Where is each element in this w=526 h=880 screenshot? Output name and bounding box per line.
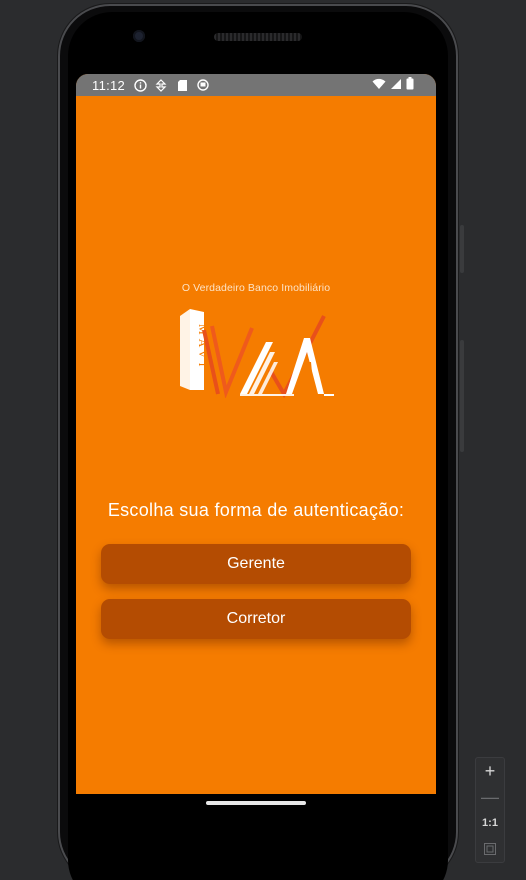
fit-screen-icon: [484, 839, 496, 860]
wifi-icon: [372, 78, 386, 93]
sd-card-icon: [175, 78, 189, 92]
power-button[interactable]: [460, 225, 464, 273]
emulator-zoom-toolbar: + — 1:1: [475, 757, 505, 863]
status-right-icons: [372, 77, 414, 93]
fit-screen-button[interactable]: [476, 836, 504, 862]
status-time: 11:12: [92, 77, 126, 93]
data-saver-icon: [154, 78, 168, 92]
corretor-button[interactable]: Corretor: [101, 599, 411, 639]
mavi-logo: MAVI: [174, 306, 338, 399]
auth-prompt: Escolha sua forma de autenticação:: [107, 500, 405, 520]
app-tagline: O Verdadeiro Banco Imobiliário: [181, 282, 331, 294]
gerente-button[interactable]: Gerente: [101, 544, 411, 584]
battery-icon: [406, 77, 414, 93]
zoom-out-button[interactable]: —: [476, 784, 504, 810]
earpiece-speaker: [214, 33, 302, 41]
emulator-viewport: 11:12 O Verdadeiro Banco Imobiliário MAV…: [0, 0, 526, 880]
sync-icon: [196, 78, 210, 92]
volume-button[interactable]: [460, 340, 464, 452]
front-camera: [133, 30, 145, 42]
app-screen: 11:12 O Verdadeiro Banco Imobiliário MAV…: [76, 74, 436, 794]
gesture-nav-handle[interactable]: [206, 801, 306, 805]
zoom-in-button[interactable]: +: [476, 758, 504, 784]
actual-size-button[interactable]: 1:1: [476, 810, 504, 836]
status-bar: 11:12: [76, 74, 436, 96]
cell-signal-icon: [390, 78, 402, 93]
info-icon: [133, 78, 147, 92]
